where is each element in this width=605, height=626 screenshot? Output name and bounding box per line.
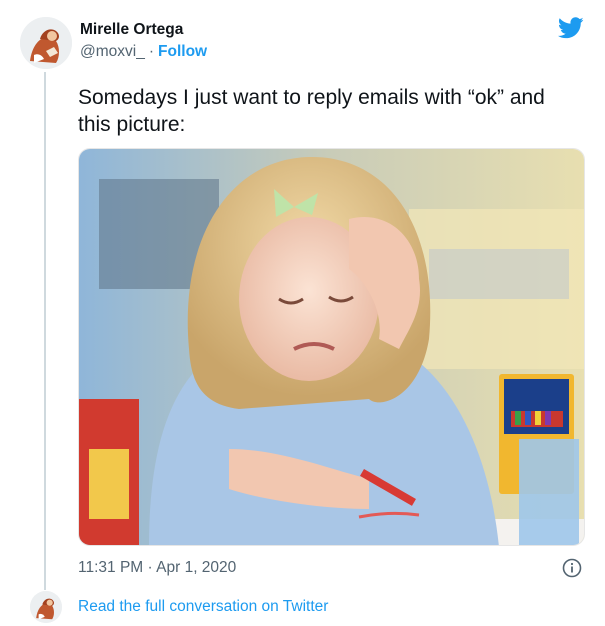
info-icon[interactable] [562,558,582,578]
avatar-illustration-small [30,591,62,623]
thread-line [44,72,46,590]
read-conversation-link[interactable]: Read the full conversation on Twitter [78,598,328,616]
tweet-timestamp[interactable]: 11:31 PM · Apr 1, 2020 [78,559,236,577]
author-name[interactable]: Mirelle Ortega [80,21,183,39]
tweet-photo[interactable] [78,148,585,546]
conversation-avatar[interactable] [30,591,62,623]
tweet-text: Somedays I just want to reply emails wit… [78,86,545,136]
crying-girl-photo [79,149,584,545]
handle-separator: · [148,43,155,60]
avatar[interactable] [20,17,72,69]
author-handle[interactable]: @moxvi_ [80,43,145,60]
embedded-tweet-card: Mirelle Ortega @moxvi_ · Follow Somedays I… [0,0,605,626]
handle-row: @moxvi_ · Follow [80,43,207,61]
twitter-bird-icon[interactable] [558,17,584,39]
date-separator: · [147,559,153,576]
avatar-illustration [20,17,72,69]
tweet-time: 11:31 PM [78,559,144,576]
tweet-date: Apr 1, 2020 [156,559,237,576]
follow-link[interactable]: Follow [158,43,207,60]
